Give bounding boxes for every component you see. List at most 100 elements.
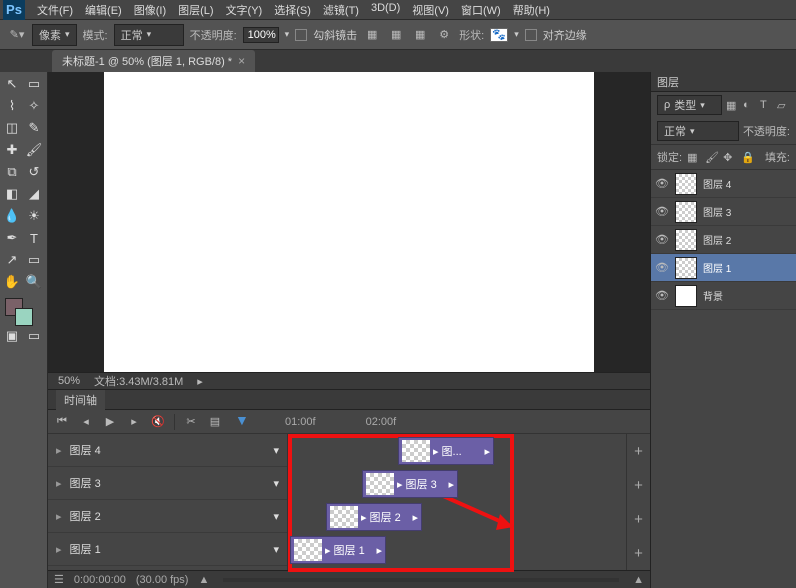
layer-row[interactable]: 👁图层 1 — [651, 254, 796, 282]
dodge-tool[interactable]: ☀ — [24, 206, 44, 226]
clip-arrow-icon[interactable]: ▸ — [397, 478, 403, 491]
layer-row[interactable]: 👁图层 4 — [651, 170, 796, 198]
hand-tool[interactable]: ✋ — [2, 272, 22, 292]
heal-tool[interactable]: ✚ — [2, 140, 22, 160]
history-brush-tool[interactable]: ↺ — [24, 162, 44, 182]
opt-icon-1[interactable]: ▦ — [363, 26, 381, 44]
shape-picker[interactable]: 🐾 — [490, 28, 508, 42]
clip-arrow-icon[interactable]: ▸ — [433, 445, 439, 458]
visibility-icon[interactable]: 👁 — [655, 177, 669, 191]
menu-item[interactable]: 3D(D) — [365, 2, 406, 18]
tool-preset-icon[interactable]: ✎▾ — [8, 26, 26, 44]
close-icon[interactable]: × — [238, 54, 245, 68]
filter-adj-icon[interactable]: ◐ — [743, 99, 756, 112]
timeline-row[interactable]: ▸图层 3▾ — [48, 467, 287, 500]
status-flyout-icon[interactable]: ▸ — [197, 375, 203, 388]
gradient-tool[interactable]: ◢ — [24, 184, 44, 204]
canvas-area[interactable] — [48, 72, 650, 372]
eyedropper-tool[interactable]: ✎ — [24, 118, 44, 138]
clip-menu-icon[interactable]: ▸ — [412, 511, 418, 524]
track-menu-icon[interactable]: ▾ — [273, 510, 279, 523]
lock-pos-icon[interactable]: ✥ — [723, 151, 736, 164]
timeline-clip[interactable]: ▸图层 1▸ — [290, 536, 386, 564]
menu-item[interactable]: 窗口(W) — [455, 2, 507, 18]
opt-icon-3[interactable]: ▦ — [411, 26, 429, 44]
opacity-flyout-icon[interactable]: ▾ — [285, 29, 290, 40]
transition-button[interactable]: ▤ — [207, 415, 223, 429]
add-media-button[interactable]: + — [627, 536, 650, 570]
visibility-icon[interactable]: 👁 — [655, 205, 669, 219]
pressure-checkbox[interactable] — [295, 29, 307, 41]
layer-row[interactable]: 👁图层 2 — [651, 226, 796, 254]
layer-row[interactable]: 👁背景 — [651, 282, 796, 310]
lasso-tool[interactable]: ⌇ — [2, 96, 22, 116]
zoom-level[interactable]: 50% — [58, 375, 80, 387]
menu-item[interactable]: 文件(F) — [31, 2, 79, 18]
brush-tool[interactable]: 🖌 — [24, 140, 44, 160]
first-frame-button[interactable]: ⏮ — [54, 415, 70, 429]
path-tool[interactable]: ↗ — [2, 250, 22, 270]
timeline-clip[interactable]: ▸图层 3▸ — [362, 470, 458, 498]
track-menu-icon[interactable]: ▾ — [273, 444, 279, 457]
menu-item[interactable]: 视图(V) — [406, 2, 455, 18]
clip-arrow-icon[interactable]: ▸ — [361, 511, 367, 524]
lock-all-icon[interactable]: 🔒 — [741, 151, 754, 164]
wand-tool[interactable]: ✧ — [24, 96, 44, 116]
background-swatch[interactable] — [15, 308, 33, 326]
menu-item[interactable]: 滤镜(T) — [317, 2, 365, 18]
prev-frame-button[interactable]: ◂ — [78, 415, 94, 429]
filter-shape-icon[interactable]: ▱ — [777, 99, 790, 112]
timeline-row[interactable]: ▸图层 4▾ — [48, 434, 287, 467]
move-tool[interactable]: ↖ — [2, 74, 22, 94]
expand-icon[interactable]: ▸ — [56, 510, 62, 523]
menu-item[interactable]: 选择(S) — [268, 2, 317, 18]
menu-item[interactable]: 帮助(H) — [507, 2, 556, 18]
filter-type-icon[interactable]: T — [760, 99, 773, 112]
timeline-menu-icon[interactable]: ☰ — [54, 573, 64, 586]
add-media-button[interactable]: + — [627, 502, 650, 536]
marquee-tool[interactable]: ▭ — [24, 74, 44, 94]
clip-menu-icon[interactable]: ▸ — [376, 544, 382, 557]
add-media-button[interactable]: + — [627, 468, 650, 502]
zoom-in-icon[interactable]: ▲ — [633, 574, 644, 586]
clip-arrow-icon[interactable]: ▸ — [325, 544, 331, 557]
layers-panel-tab[interactable]: 图层 — [657, 74, 679, 90]
timeline-tab[interactable]: 时间轴 — [56, 390, 105, 410]
gear-icon[interactable]: ⚙ — [435, 26, 453, 44]
visibility-icon[interactable]: 👁 — [655, 233, 669, 247]
visibility-icon[interactable]: 👁 — [655, 261, 669, 275]
mute-button[interactable]: 🔇 — [150, 415, 166, 429]
blur-tool[interactable]: 💧 — [2, 206, 22, 226]
timeline-clip[interactable]: ▸图...▸ — [398, 437, 494, 465]
canvas[interactable] — [104, 72, 594, 372]
expand-icon[interactable]: ▸ — [56, 543, 62, 556]
visibility-icon[interactable]: 👁 — [655, 289, 669, 303]
layer-filter-select[interactable]: ρ类型▾ — [657, 95, 722, 115]
pen-tool[interactable]: ✒ — [2, 228, 22, 248]
play-button[interactable]: ▶ — [102, 415, 118, 429]
align-checkbox[interactable] — [525, 29, 537, 41]
opt-icon-2[interactable]: ▦ — [387, 26, 405, 44]
shape-tool[interactable]: ▭ — [24, 250, 44, 270]
menu-item[interactable]: 文字(Y) — [220, 2, 269, 18]
filter-pixel-icon[interactable]: ▦ — [726, 99, 739, 112]
lock-trans-icon[interactable]: ▦ — [687, 151, 700, 164]
type-tool[interactable]: T — [24, 228, 44, 248]
next-frame-button[interactable]: ▸ — [126, 415, 142, 429]
menu-item[interactable]: 编辑(E) — [79, 2, 128, 18]
layer-blend-select[interactable]: 正常▾ — [657, 121, 739, 141]
stamp-tool[interactable]: ⧉ — [2, 162, 22, 182]
expand-icon[interactable]: ▸ — [56, 477, 62, 490]
blend-mode-select[interactable]: 正常▾ — [114, 24, 184, 46]
clip-menu-icon[interactable]: ▸ — [448, 478, 454, 491]
zoom-tool[interactable]: 🔍 — [24, 272, 44, 292]
tool-mode-select[interactable]: 像素▾ — [32, 24, 77, 46]
split-button[interactable]: ✂ — [183, 415, 199, 429]
quickmask-tool[interactable]: ▣ — [2, 326, 22, 346]
menu-item[interactable]: 图层(L) — [172, 2, 219, 18]
timeline-row[interactable]: ▸图层 2▾ — [48, 500, 287, 533]
track-menu-icon[interactable]: ▾ — [273, 543, 279, 556]
lock-pixel-icon[interactable]: 🖌 — [705, 151, 718, 164]
timeline-ruler[interactable]: ▼ 01:00f 02:00f — [231, 410, 644, 434]
expand-icon[interactable]: ▸ — [56, 444, 62, 457]
